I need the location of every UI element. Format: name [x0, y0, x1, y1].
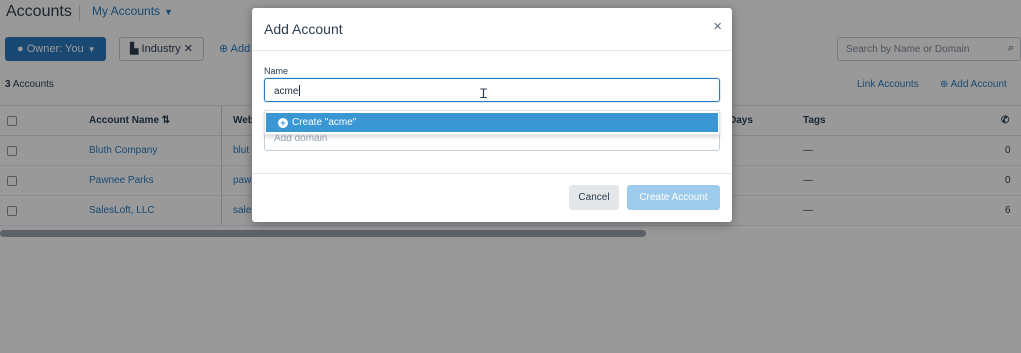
text-caret — [299, 85, 301, 96]
name-field-label: Name — [264, 66, 289, 76]
name-field-value: acme — [274, 86, 299, 97]
modal-title: Add Account — [264, 21, 343, 37]
add-account-modal: Add Account × Name acme Add domain + Crea… — [252, 8, 732, 222]
modal-divider — [252, 50, 732, 51]
name-field[interactable]: acme — [264, 78, 720, 102]
modal-footer-divider — [252, 173, 732, 174]
create-option-label: Create "acme" — [292, 117, 357, 128]
create-account-button[interactable]: Create Account — [627, 185, 720, 210]
plus-circle-icon: + — [278, 118, 288, 128]
text-cursor-icon: Ｉ — [477, 87, 491, 102]
create-account-option[interactable]: + Create "acme" — [266, 113, 718, 132]
cancel-button[interactable]: Cancel — [569, 185, 619, 210]
name-field-value-wrap: acme — [274, 85, 301, 97]
close-icon[interactable]: × — [713, 19, 722, 35]
name-suggestions-dropdown: + Create "acme" — [264, 110, 720, 135]
